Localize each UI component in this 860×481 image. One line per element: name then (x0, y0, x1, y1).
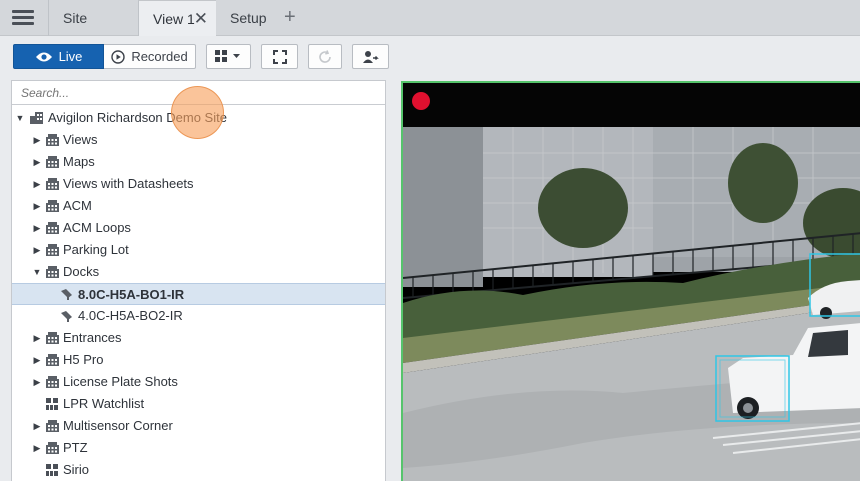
expand-arrow-icon[interactable]: ▼ (15, 107, 25, 129)
recorded-label: Recorded (131, 49, 188, 64)
recording-indicator-icon (412, 92, 430, 110)
view-grid-icon (46, 464, 58, 476)
live-button[interactable]: Live (13, 44, 104, 69)
collapsed-arrow-icon[interactable]: ▶ (32, 371, 42, 393)
search-box[interactable] (12, 81, 385, 105)
collapsed-arrow-icon[interactable]: ▶ (32, 129, 42, 151)
tree-label: 8.0C-H5A-BO1-IR (78, 287, 185, 302)
collapsed-arrow-icon[interactable]: ▶ (32, 173, 42, 195)
tree-item-views-with-datasheets[interactable]: ▶ Views with Datasheets (12, 173, 385, 195)
tab-label: Setup (230, 10, 267, 26)
site-tree-panel: ▼ Avigilon Richardson Demo Site ▶ Views … (11, 80, 386, 481)
fullscreen-button[interactable] (261, 44, 298, 69)
tree-label: License Plate Shots (63, 374, 178, 389)
collapsed-arrow-icon[interactable]: ▶ (32, 239, 42, 261)
recorded-button[interactable]: Recorded (104, 44, 196, 69)
tree-item-license-plate-shots[interactable]: ▶ License Plate Shots (12, 371, 385, 393)
tree-item-h5-pro[interactable]: ▶ H5 Pro (12, 349, 385, 371)
site-tree: ▼ Avigilon Richardson Demo Site ▶ Views … (12, 107, 385, 481)
tree-label: Maps (63, 154, 95, 169)
export-icon (362, 50, 379, 63)
tree-item-docks[interactable]: ▼ Docks (12, 261, 385, 283)
tab-setup[interactable]: Setup (216, 0, 280, 36)
camera-feed-image (403, 83, 860, 481)
tree-label: ACM Loops (63, 220, 131, 235)
tree-label: 4.0C-H5A-BO2-IR (78, 308, 183, 323)
folder-building-icon (46, 376, 59, 388)
site-icon (30, 112, 43, 124)
tree-label: ACM (63, 198, 92, 213)
eye-icon (35, 52, 52, 61)
tab-site-login[interactable]: Site Login (48, 0, 136, 62)
search-input[interactable] (21, 86, 361, 100)
add-tab-icon[interactable]: + (284, 7, 296, 27)
tree-item-multisensor-corner[interactable]: ▶ Multisensor Corner (12, 415, 385, 437)
play-circle-icon (111, 49, 126, 64)
layout-grid-icon (214, 50, 240, 62)
collapsed-arrow-icon[interactable]: ▶ (32, 195, 42, 217)
tree-label: LPR Watchlist (63, 396, 145, 411)
tree-item-acm[interactable]: ▶ ACM (12, 195, 385, 217)
tree-item-camera-bo2[interactable]: 4.0C-H5A-BO2-IR (12, 305, 385, 327)
tab-label: View 1 (153, 11, 195, 27)
folder-building-icon (46, 156, 59, 168)
layout-button[interactable] (206, 44, 251, 69)
tree-label: Views with Datasheets (63, 176, 194, 191)
folder-building-icon (46, 332, 59, 344)
tree-label: Views (63, 132, 98, 147)
collapsed-arrow-icon[interactable]: ▶ (32, 415, 42, 437)
tree-label: Sirio (63, 462, 90, 477)
camera-icon (61, 289, 72, 300)
collapsed-arrow-icon[interactable]: ▶ (32, 327, 42, 349)
tree-label: Parking Lot (63, 242, 129, 257)
collapsed-arrow-icon[interactable]: ▶ (32, 349, 42, 371)
expand-arrow-icon[interactable]: ▼ (32, 261, 42, 283)
tree-label: Docks (63, 264, 100, 279)
menu-icon[interactable] (12, 10, 34, 26)
tree-item-entrances[interactable]: ▶ Entrances (12, 327, 385, 349)
tree-item-views[interactable]: ▶ Views (12, 129, 385, 151)
tree-item-lpr-watchlist[interactable]: LPR Watchlist (12, 393, 385, 415)
collapsed-arrow-icon[interactable]: ▶ (32, 437, 42, 459)
tree-item-sirio[interactable]: Sirio (12, 459, 385, 481)
collapsed-arrow-icon[interactable]: ▶ (32, 217, 42, 239)
folder-building-icon (46, 244, 59, 256)
folder-building-icon (46, 420, 59, 432)
tree-item-camera-bo1[interactable]: 8.0C-H5A-BO1-IR (12, 283, 385, 305)
folder-building-icon (46, 134, 59, 146)
folder-building-icon (46, 442, 59, 454)
tree-item-ptz[interactable]: ▶ PTZ (12, 437, 385, 459)
tree-label: Avigilon Richardson Demo Site (48, 110, 227, 125)
tab-view-1[interactable]: View 1 ✕ (138, 0, 216, 36)
tree-item-parking-lot[interactable]: ▶ Parking Lot (12, 239, 385, 261)
folder-building-icon (46, 200, 59, 212)
folder-building-icon (46, 222, 59, 234)
camera-icon (61, 311, 72, 322)
tree-item-maps[interactable]: ▶ Maps (12, 151, 385, 173)
toolbar: Live Recorded (0, 37, 860, 79)
tree-item-acm-loops[interactable]: ▶ ACM Loops (12, 217, 385, 239)
live-label: Live (58, 49, 83, 64)
tab-bar: Site Login View 1 ✕ Setup + (0, 0, 860, 62)
video-tile[interactable] (401, 81, 860, 481)
tree-label: PTZ (63, 440, 88, 455)
refresh-button[interactable] (308, 44, 342, 69)
tree-label: Multisensor Corner (63, 418, 173, 433)
collapsed-arrow-icon[interactable]: ▶ (32, 151, 42, 173)
refresh-icon (319, 49, 331, 63)
fullscreen-icon (272, 49, 287, 64)
tree-label: Entrances (63, 330, 122, 345)
folder-building-icon (46, 178, 59, 190)
view-grid-icon (46, 398, 58, 410)
folder-building-icon (46, 354, 59, 366)
tree-label: H5 Pro (63, 352, 104, 367)
close-icon[interactable]: ✕ (194, 1, 208, 37)
export-button[interactable] (352, 44, 389, 69)
tree-root-site[interactable]: ▼ Avigilon Richardson Demo Site (12, 107, 385, 129)
folder-building-icon (46, 266, 59, 278)
